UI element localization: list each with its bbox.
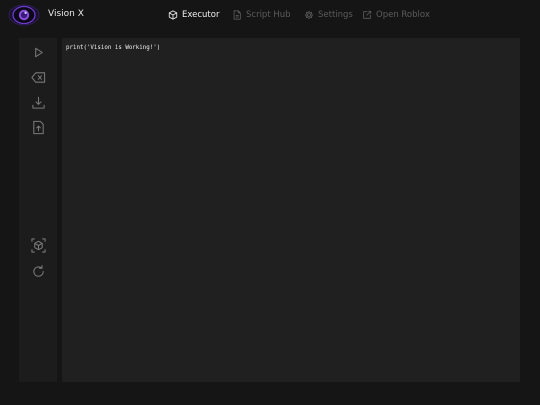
inject-button[interactable] xyxy=(29,236,47,254)
nav-script-hub[interactable]: Script Hub xyxy=(232,8,291,22)
clear-button[interactable] xyxy=(29,68,47,86)
refresh-icon xyxy=(32,264,44,277)
play-icon xyxy=(34,47,43,57)
nav-script-hub-label: Script Hub xyxy=(246,10,291,20)
nav-executor[interactable]: Executor xyxy=(168,8,219,22)
upload-icon xyxy=(32,120,44,134)
nav-settings[interactable]: Settings xyxy=(304,8,353,22)
open-file-button[interactable] xyxy=(29,93,47,111)
app-window: Vision X Executor Script Hub Settings Op… xyxy=(0,0,540,405)
save-file-button[interactable] xyxy=(29,118,47,136)
header-bar: Vision X Executor Script Hub Settings Op… xyxy=(0,0,540,30)
eye-logo-icon xyxy=(8,4,40,26)
nav-settings-label: Settings xyxy=(318,10,353,20)
cube-scan-icon xyxy=(30,237,46,253)
app-title: Vision X xyxy=(48,9,84,19)
backspace-icon xyxy=(30,71,45,83)
download-icon xyxy=(31,96,45,109)
nav-executor-label: Executor xyxy=(182,10,220,20)
cube-icon xyxy=(168,10,178,20)
refresh-button[interactable] xyxy=(29,262,47,280)
code-editor[interactable]: print('Vision is Working!') xyxy=(62,38,520,382)
execute-button[interactable] xyxy=(29,43,47,61)
nav-open-roblox[interactable]: Open Roblox xyxy=(362,8,430,22)
code-line[interactable]: print('Vision is Working!') xyxy=(66,45,160,51)
sidebar xyxy=(19,38,57,382)
gear-icon xyxy=(304,10,314,20)
external-link-icon xyxy=(363,10,372,19)
nav-open-roblox-label: Open Roblox xyxy=(376,10,430,20)
document-icon xyxy=(233,10,241,20)
